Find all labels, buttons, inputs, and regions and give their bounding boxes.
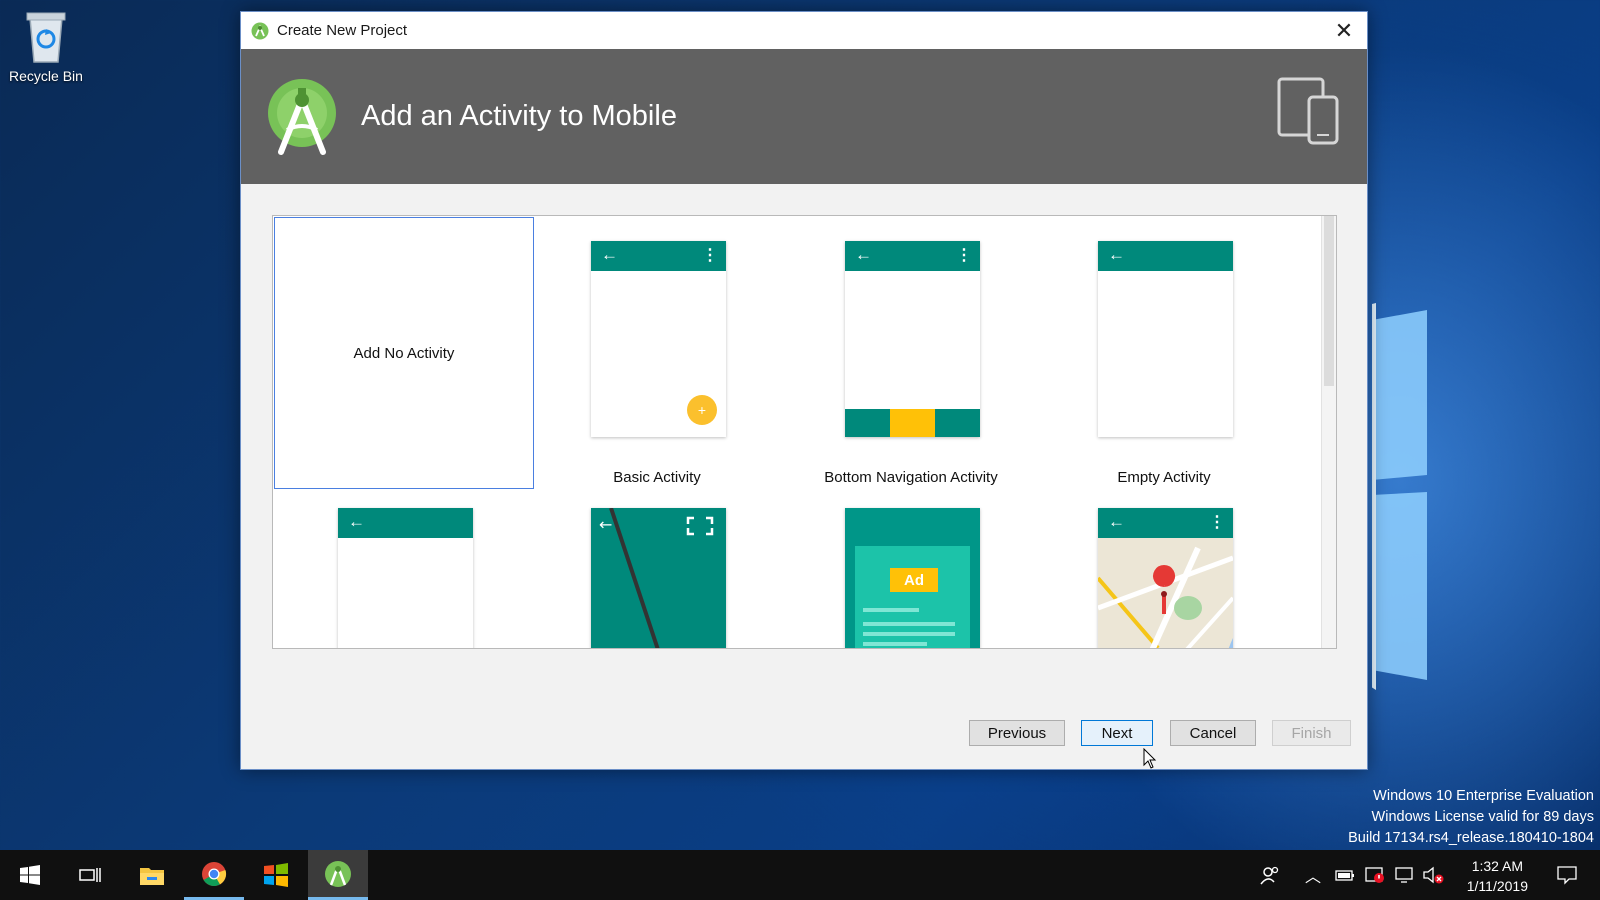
volume-button[interactable] <box>1420 850 1446 900</box>
chevron-up-icon: ︿ <box>1304 869 1321 886</box>
scrollbar-thumb[interactable] <box>1324 216 1334 386</box>
windows-logo-wallpaper <box>1372 303 1427 690</box>
finish-button: Finish <box>1272 720 1351 746</box>
volume-muted-icon <box>1423 866 1444 884</box>
network-button[interactable] <box>1392 850 1418 900</box>
notification-icon <box>1557 866 1577 885</box>
dialog-banner: Add an Activity to Mobile <box>241 49 1367 184</box>
recycle-bin-icon <box>26 12 66 63</box>
overflow-menu-icon: ⋮ <box>956 247 972 264</box>
close-icon: ✕ <box>1334 17 1354 43</box>
back-arrow-icon: ← <box>855 245 872 264</box>
file-explorer-button[interactable] <box>122 850 182 900</box>
dialog-buttons: Previous Next Cancel Finish <box>241 709 1367 769</box>
activity-gallery: Add No Activity ← ⋮ + Basic Activity ← ⋮ B… <box>272 215 1337 649</box>
fullscreen-preview: ← <box>599 508 714 648</box>
watermark-line-2: Windows License valid for 89 days <box>1371 809 1594 825</box>
back-arrow-icon: ← <box>348 512 365 531</box>
dialog-titlebar[interactable]: Create New Project ✕ <box>241 12 1367 49</box>
dialog-title: Create New Project <box>277 22 408 39</box>
fab-icon: + <box>687 395 717 425</box>
taskbar-clock[interactable]: 1:32 AM 1/11/2019 <box>1467 856 1528 896</box>
activity-thumbnail: ← ⋮ <box>1098 508 1233 648</box>
activity-row2-1[interactable]: ← <box>274 484 534 648</box>
android-studio-icon <box>325 860 351 887</box>
cancel-button[interactable]: Cancel <box>1170 720 1256 746</box>
previous-button[interactable]: Previous <box>969 720 1065 746</box>
bottom-nav-bar <box>845 409 980 437</box>
windows-watermark: Windows 10 Enterprise Evaluation Windows… <box>1348 786 1594 849</box>
activity-maps[interactable]: ← ⋮ <box>1034 484 1294 648</box>
activity-thumbnail: ← ⋮ <box>845 241 980 437</box>
activity-fullscreen[interactable]: ← <box>527 484 787 648</box>
people-button[interactable] <box>1255 850 1285 900</box>
app-icon <box>264 863 288 887</box>
watermark-line-1: Windows 10 Enterprise Evaluation <box>1373 788 1594 804</box>
network-icon <box>1395 867 1413 883</box>
battery-icon <box>1335 870 1354 881</box>
ad-badge: Ad <box>890 568 938 592</box>
gallery-scrollbar[interactable] <box>1321 216 1336 648</box>
activity-thumbnail: ← <box>1098 241 1233 437</box>
security-alert-icon <box>1365 867 1384 883</box>
start-button[interactable] <box>0 850 60 900</box>
recycle-bin[interactable]: Recycle Bin <box>6 8 86 84</box>
android-studio-taskbar-button[interactable] <box>308 850 368 900</box>
activity-thumbnail: ← <box>591 508 726 648</box>
back-arrow-icon: ← <box>601 245 618 264</box>
battery-button[interactable] <box>1332 850 1358 900</box>
activity-thumbnail: ← ⋮ + <box>591 241 726 437</box>
action-center-button[interactable] <box>1546 850 1588 900</box>
chrome-icon <box>202 861 227 886</box>
activity-basic[interactable]: ← ⋮ + Basic Activity <box>527 217 787 489</box>
dialog-heading: Add an Activity to Mobile <box>361 100 677 132</box>
android-studio-icon <box>251 22 269 39</box>
svg-text:←: ← <box>599 515 612 534</box>
taskbar: ︿ 1:32 AM 1/11/2019 <box>0 850 1600 900</box>
create-project-dialog: Create New Project ✕ Add an Activity to … <box>240 11 1368 770</box>
close-button[interactable]: ✕ <box>1321 12 1367 49</box>
activity-empty[interactable]: ← Empty Activity <box>1034 217 1294 489</box>
map-preview <box>1098 538 1233 648</box>
android-studio-logo <box>268 78 336 155</box>
overflow-menu-icon: ⋮ <box>702 247 718 264</box>
task-view-icon <box>79 868 101 882</box>
next-button[interactable]: Next <box>1081 720 1153 746</box>
clock-time: 1:32 AM <box>1471 858 1524 874</box>
show-hidden-icons-button[interactable]: ︿ <box>1300 850 1326 900</box>
start-icon <box>20 865 40 885</box>
app-button[interactable] <box>246 850 306 900</box>
overflow-menu-icon: ⋮ <box>1209 514 1225 531</box>
activity-thumbnail: ← <box>338 508 473 648</box>
activity-thumbnail: Ad <box>845 508 980 648</box>
activity-bottom-navigation[interactable]: ← ⋮ Bottom Navigation Activity <box>781 217 1041 489</box>
people-icon <box>1260 866 1279 885</box>
chrome-button[interactable] <box>184 850 244 900</box>
back-arrow-icon: ← <box>1108 245 1125 264</box>
activity-admob[interactable]: Ad <box>781 484 1041 648</box>
activity-add-no-activity[interactable]: Add No Activity <box>274 217 534 489</box>
file-explorer-icon <box>140 868 164 885</box>
security-button[interactable] <box>1362 850 1388 900</box>
clock-date: 1/11/2019 <box>1466 878 1528 894</box>
devices-icon <box>1277 77 1339 145</box>
mouse-cursor-icon <box>1143 748 1157 769</box>
recycle-bin-label: Recycle Bin <box>9 68 83 84</box>
watermark-line-3: Build 17134.rs4_release.180410-1804 <box>1348 830 1594 846</box>
back-arrow-icon: ← <box>1108 512 1125 531</box>
activity-label: Add No Activity <box>353 344 455 362</box>
task-view-button[interactable] <box>60 850 120 900</box>
